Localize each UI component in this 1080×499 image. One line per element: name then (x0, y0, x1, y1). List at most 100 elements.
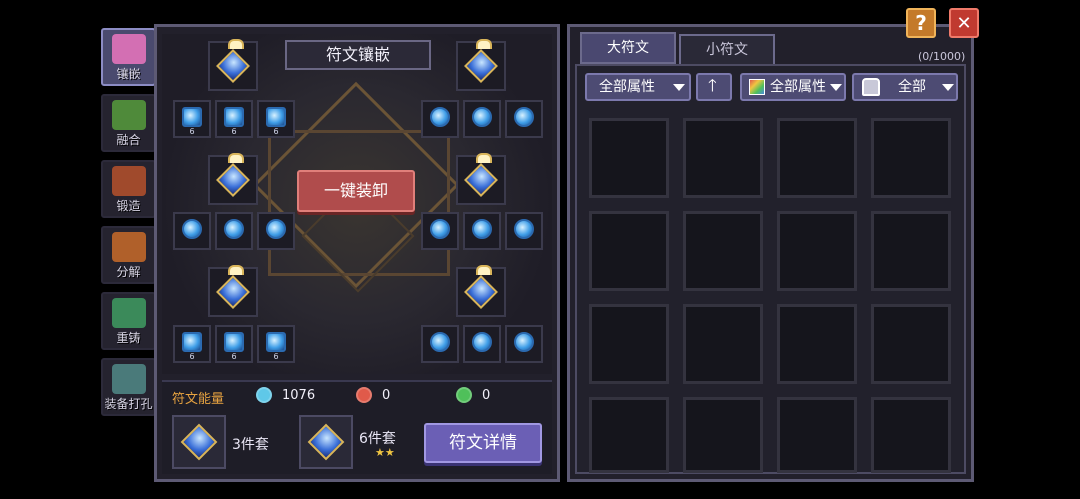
inventory-slot[interactable] (683, 304, 763, 384)
small-rune-gem-icon (266, 107, 286, 127)
side-tab-inlay[interactable]: 镶嵌 (101, 28, 156, 86)
inventory-slot[interactable] (777, 118, 857, 198)
color-attribute-filter-dropdown[interactable]: 全部属性 (740, 73, 846, 101)
side-tab-label: 融合 (116, 133, 141, 147)
fusion-icon (112, 100, 146, 130)
small-rune-slot[interactable]: 6 (257, 325, 295, 363)
small-rune-gem-icon (182, 107, 202, 127)
decompose-icon (112, 232, 146, 262)
big-rune-slot[interactable] (208, 153, 258, 205)
tab-small-rune[interactable]: 小符文 (679, 34, 775, 66)
small-rune-slot[interactable] (257, 212, 295, 250)
small-rune-slot[interactable]: 6 (173, 325, 211, 363)
side-tab-label: 装备打孔 (104, 397, 153, 411)
big-rune-slot[interactable] (456, 265, 506, 317)
green-energy-icon (456, 387, 472, 403)
energy-label: 符文能量 (172, 392, 225, 407)
small-rune-slot[interactable] (421, 100, 459, 138)
small-rune-gem-icon (182, 332, 202, 352)
inventory-slot[interactable] (871, 397, 951, 473)
side-tab-label: 锻造 (116, 199, 141, 213)
big-rune-gem-icon (464, 49, 498, 83)
unequip-all-button[interactable]: 一键装卸 (297, 170, 415, 212)
small-rune-gem-icon (472, 107, 492, 127)
set-three-label: 3件套 (232, 437, 269, 453)
forge-icon (112, 166, 146, 196)
inventory-slot[interactable] (589, 397, 669, 473)
inventory-slot[interactable] (683, 118, 763, 198)
side-tab-socket[interactable]: 装备打孔 (101, 358, 156, 416)
inventory-slot[interactable] (777, 397, 857, 473)
small-rune-gem-icon (472, 332, 492, 352)
small-rune-slot[interactable] (463, 325, 501, 363)
small-rune-slot[interactable] (505, 100, 543, 138)
tab-big-rune[interactable]: 大符文 (580, 32, 676, 64)
attribute-filter-dropdown[interactable]: 全部属性 (585, 73, 691, 101)
big-rune-slot[interactable] (456, 153, 506, 205)
inventory-slot[interactable] (589, 118, 669, 198)
blue-energy-icon (256, 387, 272, 403)
side-tab-label: 镶嵌 (116, 67, 141, 81)
small-rune-slot[interactable] (421, 325, 459, 363)
inventory-slot[interactable] (777, 211, 857, 291)
big-rune-slot[interactable] (208, 39, 258, 91)
chevron-down-icon (942, 84, 954, 91)
small-rune-slot[interactable]: 6 (215, 325, 253, 363)
big-rune-gem-icon (216, 163, 250, 197)
inventory-slot[interactable] (589, 211, 669, 291)
small-rune-gem-icon (430, 107, 450, 127)
small-rune-gem-icon (182, 219, 202, 239)
small-rune-slot[interactable] (215, 212, 253, 250)
sort-order-button[interactable]: 🡑 (696, 73, 732, 101)
set-six-label: 6件套 (359, 431, 396, 447)
inventory-slot[interactable] (777, 304, 857, 384)
inventory-slot[interactable] (871, 211, 951, 291)
big-rune-gem-icon (216, 49, 250, 83)
attribute-filter-label: 全部属性 (599, 79, 655, 95)
small-rune-slot[interactable] (173, 212, 211, 250)
rune-detail-button[interactable]: 符文详情 (424, 423, 542, 463)
set-six-icon[interactable] (299, 415, 353, 469)
side-tab-recast[interactable]: 重铸 (101, 292, 156, 350)
rune-ring (476, 265, 492, 275)
small-rune-slot[interactable] (505, 212, 543, 250)
inventory-slot[interactable] (683, 211, 763, 291)
big-rune-slot[interactable] (456, 39, 506, 91)
help-button[interactable]: ? (906, 8, 936, 38)
small-rune-gem-icon (266, 332, 286, 352)
big-rune-gem-icon (216, 275, 250, 309)
side-tab-fusion[interactable]: 融合 (101, 94, 156, 152)
rune-level: 6 (189, 127, 195, 136)
big-rune-slot[interactable] (208, 265, 258, 317)
small-rune-slot[interactable]: 6 (215, 100, 253, 138)
small-rune-slot[interactable] (421, 212, 459, 250)
rune-ring (228, 39, 244, 49)
side-tab-decompose[interactable]: 分解 (101, 226, 156, 284)
small-rune-slot[interactable] (463, 100, 501, 138)
small-rune-slot[interactable]: 6 (257, 100, 295, 138)
rune-level: 6 (231, 127, 237, 136)
inventory-slot[interactable] (683, 397, 763, 473)
rune-ring (228, 153, 244, 163)
small-rune-gem-icon (224, 332, 244, 352)
energy-value: 0 (382, 388, 391, 403)
small-rune-slot[interactable]: 6 (173, 100, 211, 138)
inventory-slot[interactable] (589, 304, 669, 384)
small-rune-gem-icon (472, 219, 492, 239)
small-rune-slot[interactable] (505, 325, 543, 363)
inventory-slot[interactable] (871, 304, 951, 384)
close-button[interactable]: ✕ (949, 8, 979, 38)
rainbow-icon (749, 79, 765, 95)
type-filter-dropdown[interactable]: 全部 (852, 73, 958, 101)
big-rune-gem-icon (464, 275, 498, 309)
inlay-icon (112, 34, 146, 64)
side-tab-forge[interactable]: 锻造 (101, 160, 156, 218)
inventory-slot[interactable] (871, 118, 951, 198)
small-rune-slot[interactable] (463, 212, 501, 250)
side-tab-label: 重铸 (116, 331, 141, 345)
small-rune-gem-icon (224, 219, 244, 239)
set-three-icon[interactable] (172, 415, 226, 469)
arrow-up-icon: 🡑 (708, 76, 717, 96)
rune-ring (228, 265, 244, 275)
rune-level: 6 (273, 127, 279, 136)
